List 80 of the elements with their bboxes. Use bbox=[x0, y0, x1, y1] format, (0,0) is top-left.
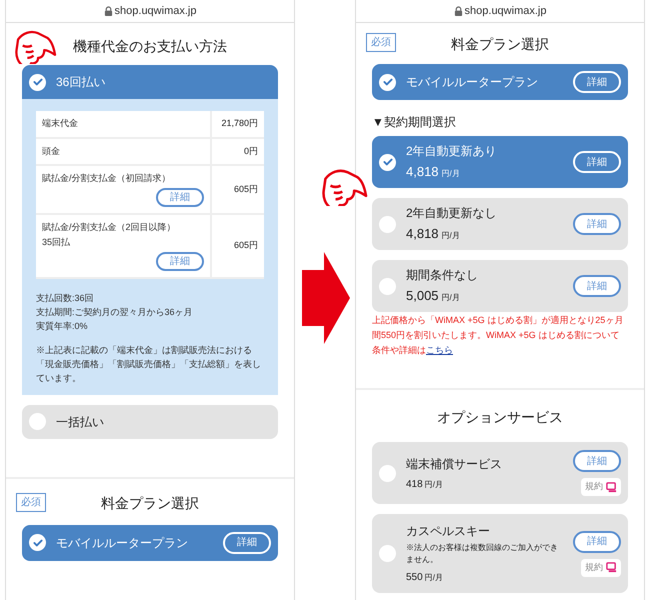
detail-button[interactable]: 詳細 bbox=[156, 188, 204, 206]
payment-option[interactable]: 一括払い bbox=[22, 404, 278, 438]
disclaimer-text: ※上記表に記載の「端末代金」は割賦販売法における「現金販売価格」「割賦販売価格」「支払総額」を表しています。 bbox=[36, 344, 262, 384]
required-badge: 必須 bbox=[16, 492, 46, 512]
radio-button[interactable] bbox=[379, 216, 396, 232]
unit-text: 円/月 bbox=[442, 230, 460, 242]
price-text: 418 bbox=[406, 478, 423, 492]
table-cell-text: 605円 bbox=[234, 182, 258, 196]
lock-icon bbox=[104, 6, 113, 16]
terms-link[interactable]: 規約 bbox=[581, 558, 621, 576]
option-service[interactable]: 端末補償サービス 418 円/月 詳細 規約 bbox=[372, 442, 628, 504]
checked-radio[interactable] bbox=[29, 534, 46, 551]
checked-radio[interactable] bbox=[29, 74, 46, 90]
check-icon bbox=[32, 76, 44, 88]
table-cell-text: 21,780円 bbox=[221, 117, 258, 130]
option-note: ※法人のお客様は複数回線のご加入ができません。 bbox=[406, 542, 559, 566]
section-title: 料金プラン選択 bbox=[451, 34, 549, 54]
table-cell-text: 35回払 bbox=[42, 236, 72, 249]
detail-button[interactable]: 詳細 bbox=[223, 532, 271, 554]
detail-button[interactable]: 詳細 bbox=[573, 530, 621, 552]
table-cell-text: 605円 bbox=[234, 238, 258, 252]
price-text: 4,818 bbox=[406, 225, 439, 244]
contract-label: 期間条件なし bbox=[406, 267, 479, 284]
radio-button[interactable] bbox=[379, 545, 396, 562]
contract-option[interactable]: 2年自動更新なし 4,818 円/月 詳細 bbox=[372, 198, 628, 250]
radio-button[interactable] bbox=[379, 464, 396, 482]
contract-option[interactable]: 期間条件なし 5,005 円/月 詳細 bbox=[372, 260, 628, 312]
required-badge: 必須 bbox=[366, 33, 396, 52]
check-icon bbox=[382, 156, 394, 168]
detail-button[interactable]: 詳細 bbox=[573, 151, 621, 173]
option-label: カスペルスキー bbox=[406, 523, 491, 540]
price-text: 5,005 bbox=[406, 287, 439, 306]
right-arrow-icon bbox=[302, 252, 350, 344]
contract-label: 2年自動更新あり bbox=[406, 143, 498, 160]
discount-note: 上記価格から「WiMAX +5G はじめる割」が適用となり25ヶ月間550円を割引いたします。WiMAX +5G はじめる割について条件や詳細はこちら bbox=[372, 314, 624, 357]
table-cell-text: 0円 bbox=[244, 144, 258, 158]
detail-button[interactable]: 詳細 bbox=[573, 450, 621, 472]
detail-button[interactable]: 詳細 bbox=[156, 252, 204, 270]
table-cell-text: 頭金 bbox=[42, 144, 61, 158]
price-text: 550 bbox=[406, 571, 423, 585]
note-text: 支払期間:ご契約月の翌々月から36ヶ月 bbox=[36, 306, 194, 318]
note-text: 支払回数:36回 bbox=[36, 292, 95, 304]
detail-button[interactable]: 詳細 bbox=[573, 71, 621, 93]
option-label: 36回払い bbox=[56, 74, 106, 91]
unit-text: 円/月 bbox=[442, 292, 460, 304]
option-label: 一括払い bbox=[56, 414, 104, 430]
table-cell-text: 端末代金 bbox=[42, 117, 79, 130]
detail-button[interactable]: 詳細 bbox=[573, 213, 621, 235]
note-text: 実質年率:0% bbox=[36, 320, 89, 332]
url-text: shop.uqwimax.jp bbox=[464, 4, 546, 19]
section-title: 機種代金のお支払い方法 bbox=[73, 36, 227, 56]
table-cell-text: 賦払金/分割支払金（2回目以降） bbox=[42, 220, 177, 234]
unit-text: 円/月 bbox=[424, 572, 443, 584]
contract-label: 2年自動更新なし bbox=[406, 205, 498, 222]
plan-option[interactable]: モバイルルータープラン 詳細 bbox=[22, 524, 278, 560]
unit-text: 円/月 bbox=[424, 478, 443, 490]
option-label: 端末補償サービス bbox=[406, 456, 503, 472]
url-text: shop.uqwimax.jp bbox=[114, 4, 196, 19]
lock-icon bbox=[454, 6, 463, 16]
details-link[interactable]: こちら bbox=[426, 345, 453, 355]
section-title: 料金プラン選択 bbox=[101, 494, 199, 513]
price-text: 4,818 bbox=[406, 163, 439, 182]
unit-text: 円/月 bbox=[442, 168, 460, 180]
check-icon bbox=[32, 536, 44, 548]
checked-radio[interactable] bbox=[379, 154, 396, 170]
detail-button[interactable]: 詳細 bbox=[573, 275, 621, 297]
payment-option[interactable]: 36回払い bbox=[22, 65, 278, 99]
plan-label: モバイルルータープラン bbox=[56, 534, 189, 552]
check-icon bbox=[382, 76, 394, 88]
plan-label: モバイルルータープラン bbox=[406, 74, 539, 91]
contract-heading: ▼契約期間選択 bbox=[372, 114, 457, 131]
checked-radio[interactable] bbox=[379, 74, 396, 90]
table-cell-text: 賦払金/分割支払金（初回請求） bbox=[42, 172, 172, 185]
radio-button[interactable] bbox=[379, 278, 396, 294]
section-title: オプションサービス bbox=[437, 408, 563, 426]
plan-option[interactable]: モバイルルータープラン 詳細 bbox=[372, 64, 628, 100]
terms-link[interactable]: 規約 bbox=[581, 478, 621, 496]
option-service[interactable]: カスペルスキー ※法人のお客様は複数回線のご加入ができません。 550 円/月 詳細 規約 bbox=[372, 514, 628, 593]
radio-button[interactable] bbox=[29, 413, 46, 430]
contract-option[interactable]: 2年自動更新あり 4,818 円/月 詳細 bbox=[372, 136, 628, 188]
